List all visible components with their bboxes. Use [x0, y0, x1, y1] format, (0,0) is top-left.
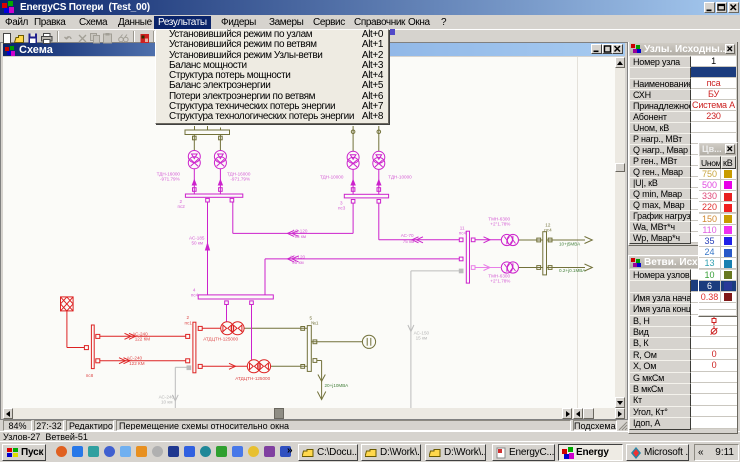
svg-text:ТДН-10000: ТДН-10000: [388, 175, 412, 180]
svg-text:50 км: 50 км: [192, 241, 204, 246]
svg-text:-971.79%: -971.79%: [160, 177, 180, 182]
svg-text:АС-120: АС-120: [292, 228, 308, 233]
svg-text:+2°1.78%: +2°1.78%: [490, 278, 510, 283]
svg-text:122 КМ: 122 КМ: [135, 337, 151, 342]
svg-text:№1: №1: [311, 321, 319, 326]
svg-text:ТДН-10000: ТДН-10000: [320, 175, 344, 180]
svg-text:15 км: 15 км: [416, 336, 428, 341]
svg-text:пс4: пс4: [191, 293, 199, 298]
svg-text:пс3: пс3: [338, 205, 346, 210]
svg-text:АС-240: АС-240: [127, 356, 143, 361]
svg-text:95 км: 95 км: [295, 234, 307, 239]
svg-text:АТДЦТН-125000: АТДЦТН-125000: [235, 376, 270, 381]
svg-text:0.2+j0.1МВА: 0.2+j0.1МВА: [559, 268, 586, 273]
svg-text:75 км: 75 км: [403, 239, 415, 244]
svg-text:-971.79%: -971.79%: [230, 177, 250, 182]
svg-text:+2°1.78%: +2°1.78%: [490, 221, 510, 226]
svg-text:2: 2: [187, 315, 190, 320]
svg-text:пс8: пс8: [86, 373, 94, 378]
svg-text:пс4: пс4: [544, 228, 552, 233]
svg-text:10 км: 10 км: [161, 400, 173, 405]
svg-text:АС-120: АС-120: [290, 254, 306, 259]
svg-text:АС-240: АС-240: [132, 331, 148, 336]
svg-text:пс4: пс4: [459, 231, 467, 236]
svg-text:122 КМ: 122 КМ: [129, 361, 145, 366]
svg-text:20+j10МВА: 20+j10МВА: [325, 383, 350, 388]
svg-text:95 км: 95 км: [292, 260, 304, 265]
svg-text:пс1: пс1: [185, 320, 193, 325]
svg-text:АТДЦТН-125000: АТДЦТН-125000: [203, 337, 238, 342]
svg-text:пс2: пс2: [178, 204, 186, 209]
svg-text:10+j5МВА: 10+j5МВА: [559, 242, 581, 247]
svg-text:5: 5: [310, 315, 313, 320]
svg-text:АС-70: АС-70: [401, 233, 414, 238]
